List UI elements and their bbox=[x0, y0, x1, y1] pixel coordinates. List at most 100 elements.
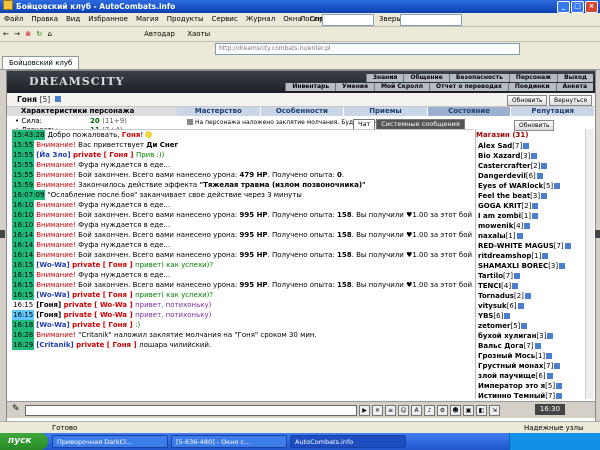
nav-profile[interactable]: Анкета bbox=[555, 83, 593, 91]
message-text[interactable]: [Wo-Wa] bbox=[36, 261, 72, 269]
message-time[interactable]: 16:15 bbox=[12, 310, 35, 320]
user-item[interactable]: Истинно Темный[7] bbox=[478, 391, 594, 399]
message-time[interactable]: 16:14 bbox=[12, 230, 35, 240]
task-item-active[interactable]: AutoCombats.info bbox=[290, 435, 406, 448]
user-name[interactable]: Feel the beat bbox=[478, 192, 530, 200]
message-time[interactable]: 15:55 bbox=[12, 150, 35, 160]
nav-knowledge[interactable]: Знания bbox=[365, 74, 404, 82]
message-text[interactable]: [Wo-Wa] bbox=[36, 291, 72, 299]
user-name[interactable]: Император это я bbox=[478, 382, 545, 390]
user-item[interactable]: SHAMAXLI BOREC[3] bbox=[478, 261, 594, 271]
user-info-icon[interactable] bbox=[556, 383, 563, 389]
filter-icon[interactable]: ≡ bbox=[385, 405, 396, 416]
message-time[interactable]: 16:14 bbox=[12, 240, 35, 250]
message-time[interactable]: 15:55 bbox=[12, 140, 35, 150]
user-item[interactable]: YBS[6] bbox=[478, 311, 594, 321]
update-list-button[interactable]: Обновить bbox=[514, 120, 555, 131]
menu-file[interactable]: Файл bbox=[4, 15, 23, 23]
autodar-button[interactable]: Автодар bbox=[144, 27, 175, 41]
refresh-icon[interactable]: ↻ bbox=[36, 27, 42, 41]
user-item[interactable]: ritdreamshop[1] bbox=[478, 251, 594, 261]
browser-tab[interactable]: Бойцовский клуб bbox=[2, 56, 80, 69]
user-info-icon[interactable] bbox=[546, 353, 553, 359]
user-name[interactable]: RED-WHITE MAGUS bbox=[478, 242, 554, 250]
message-time[interactable]: 16:18 bbox=[12, 320, 35, 330]
menu-windows[interactable]: Окна bbox=[283, 15, 302, 23]
user-info-icon[interactable] bbox=[512, 283, 519, 289]
menu-products[interactable]: Продукты bbox=[167, 15, 204, 23]
user-name[interactable]: SHAMAXLI BOREC bbox=[478, 262, 548, 270]
user-item[interactable]: злой паучище[6] bbox=[478, 371, 594, 381]
minimize-icon[interactable]: _ bbox=[557, 1, 570, 13]
password-input[interactable] bbox=[400, 14, 462, 26]
user-name[interactable]: Вальс Дога bbox=[478, 342, 524, 350]
user-info-icon[interactable] bbox=[504, 313, 511, 319]
nav-security[interactable]: Безопасность bbox=[448, 74, 509, 82]
user-info-icon[interactable] bbox=[516, 233, 523, 239]
stop-icon[interactable]: ⊗ bbox=[25, 27, 31, 41]
user-info-icon[interactable] bbox=[546, 373, 553, 379]
menu-favorites[interactable]: Избранное bbox=[88, 15, 128, 23]
message-text[interactable]: Гоня bbox=[122, 131, 141, 139]
user-item[interactable]: Tartilo[7] bbox=[478, 271, 594, 281]
close-icon[interactable]: × bbox=[585, 1, 598, 13]
user-info-icon[interactable] bbox=[521, 323, 528, 329]
nav-battles[interactable]: Поединки bbox=[507, 83, 556, 91]
user-item[interactable]: Bio Xazard[3] bbox=[478, 151, 594, 161]
chat-icon[interactable]: ✎ bbox=[12, 404, 20, 414]
message-time[interactable]: 16:15 bbox=[12, 260, 35, 270]
info-icon[interactable] bbox=[54, 96, 61, 102]
menu-journal[interactable]: Журнал bbox=[246, 15, 275, 23]
nav-transfers[interactable]: Отчет о переводах bbox=[429, 83, 508, 91]
user-name[interactable]: Грустный монах bbox=[478, 362, 543, 370]
user-name[interactable]: TENCI bbox=[478, 282, 501, 290]
back-button[interactable]: ← bbox=[3, 27, 9, 41]
start-button[interactable]: пуск bbox=[0, 433, 48, 450]
user-info-icon[interactable] bbox=[536, 173, 543, 179]
login-input[interactable] bbox=[322, 14, 374, 26]
message-time[interactable]: 15:43:28 bbox=[12, 130, 46, 140]
address-input[interactable]: http://dreamscity.combats.ru/enter.pl bbox=[215, 43, 520, 55]
book-icon[interactable]: ◧ bbox=[476, 405, 487, 416]
user-info-icon[interactable] bbox=[524, 223, 531, 229]
user-info-icon[interactable] bbox=[541, 193, 548, 199]
user-name[interactable]: бухой хулиган bbox=[478, 332, 536, 340]
users-scrollbar[interactable] bbox=[585, 129, 594, 399]
return-button[interactable]: Вернуться bbox=[549, 95, 593, 106]
refresh-button[interactable]: Обновить bbox=[507, 95, 548, 106]
user-item[interactable]: Castercrafter[2] bbox=[478, 161, 594, 171]
user-item[interactable]: naxalы[1] bbox=[478, 231, 594, 241]
message-time[interactable]: 16:15 bbox=[12, 290, 35, 300]
user-info-icon[interactable] bbox=[531, 153, 538, 159]
user-item[interactable]: Alex Sad[7] bbox=[478, 141, 594, 151]
message-time[interactable]: 16:15 bbox=[12, 300, 35, 310]
message-text[interactable]: [Гоня] bbox=[36, 311, 63, 319]
message-text[interactable]: Ди Снег bbox=[146, 141, 178, 149]
user-name[interactable]: vitysuk bbox=[478, 302, 507, 310]
user-name[interactable]: Castercrafter bbox=[478, 162, 531, 170]
tab-techniques[interactable]: Приемы bbox=[344, 107, 428, 116]
right-arrow-icon[interactable] bbox=[595, 230, 600, 238]
user-item[interactable]: mowenik[4] bbox=[478, 221, 594, 231]
user-info-icon[interactable] bbox=[532, 203, 539, 209]
user-item[interactable]: Грозный Мось[1] bbox=[478, 351, 594, 361]
user-name[interactable]: Alex Sad bbox=[478, 142, 512, 150]
message-text[interactable]: private [ Wo-Wa ] bbox=[64, 301, 135, 309]
message-time[interactable]: 16:29 bbox=[12, 340, 35, 350]
message-text[interactable]: private [ Wo-Wa ] bbox=[64, 311, 135, 319]
user-info-icon[interactable] bbox=[542, 253, 549, 259]
user-name[interactable]: Tartilo bbox=[478, 272, 503, 280]
user-item[interactable]: vitysuk[6] bbox=[478, 301, 594, 311]
message-text[interactable]: private [ Гоня ] bbox=[72, 261, 135, 269]
message-time[interactable]: 16:28 bbox=[12, 330, 35, 340]
nav-communication[interactable]: Общение bbox=[403, 74, 449, 82]
chat-input[interactable] bbox=[25, 405, 357, 416]
user-name[interactable]: mowenik bbox=[478, 222, 513, 230]
user-name[interactable]: GOGA KRIT bbox=[478, 202, 522, 210]
message-text[interactable]: [Йа Зло] bbox=[36, 151, 73, 159]
user-item[interactable]: Вальс Дога[7] bbox=[478, 341, 594, 351]
message-time[interactable]: 15:55 bbox=[12, 170, 35, 180]
message-text[interactable]: private [ Гоня ] bbox=[72, 291, 135, 299]
task-item[interactable]: Приворочная DarkCl... bbox=[52, 435, 168, 448]
user-name[interactable]: zetomer bbox=[478, 322, 510, 330]
